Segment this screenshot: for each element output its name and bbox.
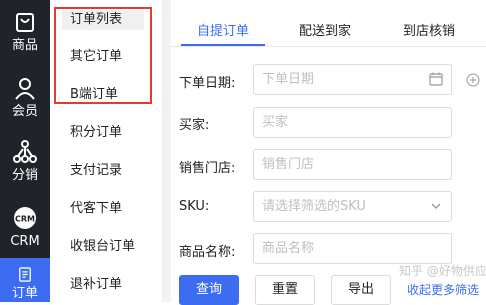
content-gap [163, 0, 171, 302]
document-icon [19, 267, 31, 282]
rail-item-label: 会员 [11, 103, 38, 119]
add-condition-icon[interactable] [466, 73, 480, 87]
network-icon [13, 139, 37, 163]
rail-item-crm[interactable]: CRM CRM [0, 196, 50, 258]
rail-item-orders[interactable]: 订单 [0, 258, 50, 302]
rail-item-label: 分销 [11, 167, 38, 183]
sku-select[interactable]: 请选择筛选的SKU [253, 191, 452, 222]
product-name-placeholder: 商品名称 [262, 241, 315, 256]
rail-item-goods[interactable]: 商品 [0, 0, 50, 62]
sku-placeholder: 请选择筛选的SKU [262, 199, 366, 214]
rail-item-label: 商品 [11, 37, 38, 53]
product-name-label: 商品名称: [179, 245, 236, 260]
store-label: 销售门店: [179, 161, 236, 176]
chevron-down-icon [431, 203, 441, 209]
rail-item-members[interactable]: 会员 [0, 66, 50, 128]
sku-label: SKU: [179, 199, 210, 214]
svg-text:CRM: CRM [15, 214, 35, 223]
main-panel: 自提订单 配送到家 到店核销 下单日期: 下单日期 买家: 买家 销售门店: 销… [171, 0, 486, 305]
buyer-label: 买家: [179, 118, 210, 133]
order-submenu: 订单列表 其它订单 B端订单 积分订单 支付记录 代客下单 收银台订单 退补订单 [50, 0, 163, 302]
tab-self-pickup[interactable]: 自提订单 [197, 20, 249, 39]
submenu-item-points-orders[interactable]: 积分订单 [70, 123, 122, 143]
order-date-label: 下单日期: [179, 76, 236, 91]
submenu-item-cashier-orders[interactable]: 收银台订单 [70, 237, 135, 257]
calendar-icon[interactable] [429, 72, 443, 86]
order-date-input[interactable]: 下单日期 [253, 64, 452, 95]
reset-button[interactable]: 重置 [255, 275, 315, 305]
rail-item-label: 订单 [11, 286, 38, 301]
tab-home-delivery[interactable]: 配送到家 [299, 20, 351, 39]
query-button[interactable]: 查询 [179, 275, 239, 305]
active-tab-indicator [181, 44, 265, 46]
buyer-placeholder: 买家 [262, 115, 289, 130]
submenu-item-payment-records[interactable]: 支付记录 [70, 161, 122, 181]
crm-icon: CRM [14, 206, 36, 229]
rail-item-label: CRM [10, 233, 40, 249]
store-input[interactable]: 销售门店 [253, 149, 452, 180]
left-nav-rail: 商品 会员 分销 CRM CRM 订单 [0, 0, 50, 302]
product-name-input[interactable]: 商品名称 [253, 233, 452, 264]
buyer-input[interactable]: 买家 [253, 107, 452, 138]
watermark: 知乎 @好物供应链 [399, 264, 486, 278]
export-button[interactable]: 导出 [331, 275, 391, 305]
order-date-placeholder: 下单日期 [262, 72, 315, 87]
submenu-item-b2b-orders[interactable]: B端订单 [70, 85, 118, 105]
submenu-item-refund-orders[interactable]: 退补订单 [70, 275, 122, 295]
submenu-item-other-orders[interactable]: 其它订单 [70, 47, 122, 67]
bag-icon [16, 12, 34, 32]
tab-store-verification[interactable]: 到店核销 [403, 20, 455, 39]
user-icon [15, 77, 35, 100]
store-placeholder: 销售门店 [262, 157, 315, 172]
collapse-filters-link[interactable]: 收起更多筛选 [407, 281, 479, 298]
submenu-item-order-list[interactable]: 订单列表 [62, 10, 144, 30]
rail-item-distribution[interactable]: 分销 [0, 130, 50, 192]
order-type-tabs: 自提订单 配送到家 到店核销 [171, 0, 486, 47]
submenu-item-proxy-order[interactable]: 代客下单 [70, 199, 122, 219]
